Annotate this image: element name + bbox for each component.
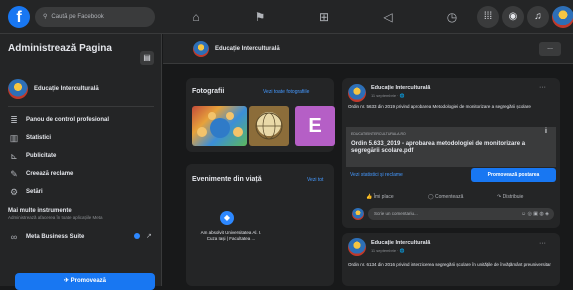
sidebar-item-label: Panou de control profesional [26,117,110,123]
comment-label: Comentează [435,194,464,200]
see-all-photos-link[interactable]: Vezi toate fotografiile [263,89,309,95]
page-settings-icon[interactable]: ▤ [140,51,154,65]
like-icon: 👍 [366,194,374,200]
search-input[interactable]: ⚲ Caută pe Facebook [35,7,155,27]
post-text: Ordin nr. 6134 din 2016 privind interzic… [348,262,551,267]
post-author-avatar[interactable] [348,84,366,102]
post-date[interactable]: 11 septembrie · 🌐 [371,93,405,98]
more-tools-heading: Mai multe instrumente [8,208,72,214]
sidebar-item-label: Statistici [26,135,52,141]
children-globe-image [197,112,243,138]
photo-thumbnail[interactable] [249,106,289,146]
grid-icon[interactable]: ⁞⁞⁞ [477,6,499,28]
sidebar-item-statistics[interactable]: ▥ Statistici [8,131,158,145]
life-events-title: Evenimente din viață [192,176,262,183]
meta-icon: ∞ [10,232,18,242]
sidebar-item-settings[interactable]: ⚙ Setări [8,185,158,199]
search-placeholder: Caută pe Facebook [51,14,104,20]
share-button[interactable]: ↷ Distribuie [497,194,523,200]
share-label: Distribuie [502,194,524,200]
page-header: Educație Interculturală ... [163,34,573,64]
status-dot [134,233,140,239]
globe-image [255,112,283,140]
comment-placeholder: Scrie un comentariu... [374,211,418,216]
chart-icon: ▥ [9,133,19,143]
photo-thumbnail[interactable] [192,106,247,146]
bell-icon[interactable]: ♫ [527,6,549,28]
sidebar-page-switcher[interactable]: Educație Interculturală [8,78,99,100]
messenger-icon[interactable]: ◉ [502,6,524,28]
post-author-name[interactable]: Educație Interculturală [371,85,430,91]
top-navigation-bar: f ⚲ Caută pe Facebook ⌂ ⚑ ⊞ ◁ ◷ ⁞⁞⁞ ◉ ♫ [0,0,573,34]
post-options-icon[interactable]: ··· [539,240,546,247]
dashboard-icon: ≣ [10,115,18,125]
manage-page-sidebar: Administrează Pagina ▤ Educație Intercul… [0,34,162,290]
comment-icon: ◯ [428,194,435,200]
sidebar-item-professional-dashboard[interactable]: ≣ Panou de control profesional [8,113,158,127]
sidebar-item-advertising[interactable]: ⊾ Publicitate [8,149,158,163]
page-avatar [8,79,28,99]
link-title: Ordin 5.633_2019 - aprobarea metodologie… [351,141,526,154]
divider [8,106,154,107]
life-events-card: Evenimente din viață Vezi tot [186,164,334,286]
more-tools-subtitle: Administrează afacerea în toate aplicați… [8,215,103,220]
sidebar-item-create-ads[interactable]: ✎ Creează reclame [8,167,158,181]
photos-title: Fotografii [192,88,225,95]
facebook-logo[interactable]: f [8,6,30,28]
post-author-name[interactable]: Educație Interculturală [371,240,430,246]
promote-button[interactable]: ✈ Promovează [15,273,155,290]
gear-icon: ⚙ [9,187,19,197]
sidebar-page-name: Educație Interculturală [34,86,99,92]
sidebar-item-label: Creează reclame [26,171,74,177]
photo-thumbnail[interactable]: E [295,106,335,146]
link-preview[interactable]: EDUCATIEINTERCULTURALA.RO Ordin 5.633_20… [346,127,556,167]
graduation-icon: ◆ [220,211,234,225]
view-insights-link[interactable]: Vezi statistici și reclame [350,172,403,178]
comment-input[interactable]: Scrie un comentariu... ☺ ◎ ▣ ◍ ◈ [368,208,554,220]
see-all-events-link[interactable]: Vezi tot [307,177,323,183]
account-avatar[interactable] [552,6,573,28]
promote-icon: ✈ [63,278,71,284]
external-link-icon[interactable]: ↗ [146,232,152,240]
link-domain: EDUCATIEINTERCULTURALA.RO [351,132,406,136]
like-button[interactable]: 👍 Îmi place [366,194,394,200]
search-icon: ⚲ [43,14,48,20]
flag-icon[interactable]: ⚑ [252,9,268,25]
sidebar-item-label: Publicitate [26,153,57,159]
info-icon[interactable]: i [545,128,547,135]
page-avatar[interactable] [193,41,209,57]
more-options-button[interactable]: ... [539,42,561,56]
megaphone-icon: ⊾ [10,151,18,161]
megaphone-icon[interactable]: ◁ [380,9,396,25]
store-icon[interactable]: ⊞ [316,9,332,25]
post-date[interactable]: 11 septembrie · 🌐 [371,248,405,253]
life-event-text[interactable]: Am absolvit Universitatea Al. I. Cuza Ia… [196,230,266,242]
sidebar-item-label: Setări [26,189,43,195]
comment-button[interactable]: ◯ Comentează [428,194,463,200]
page-title[interactable]: Educație Interculturală [215,46,280,52]
home-icon[interactable]: ⌂ [188,9,204,25]
post-author-avatar[interactable] [348,238,366,256]
promote-label: Promovează [70,278,107,284]
comment-emoji-icons[interactable]: ☺ ◎ ▣ ◍ ◈ [521,208,549,220]
commenter-avatar [352,208,364,220]
sidebar-item-label: Meta Business Suite [26,234,85,240]
sidebar-title: Administrează Pagina [8,43,112,54]
post-options-icon[interactable]: ··· [539,84,546,91]
boost-post-button[interactable]: Promovează postarea [471,168,556,182]
like-label: Îmi place [373,194,394,200]
clock-icon[interactable]: ◷ [444,9,460,25]
pencil-icon: ✎ [10,169,18,179]
post-text: Ordin nr. 5633 din 2019 privind aprobare… [348,104,531,109]
